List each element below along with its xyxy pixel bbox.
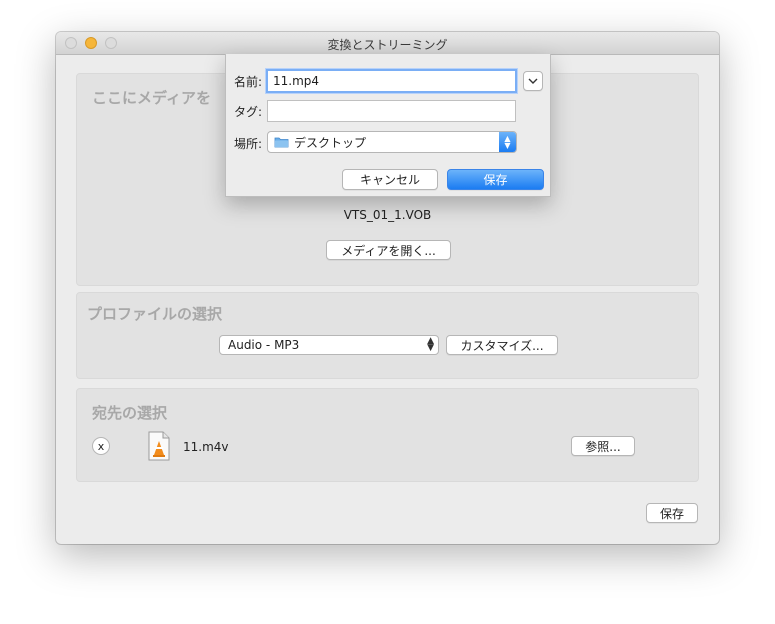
profile-select[interactable]: Audio - MP3 ▲ ▼ [219, 335, 439, 355]
updown-arrows-icon: ▲ ▼ [427, 336, 434, 353]
filename-value: 11.mp4 [273, 74, 320, 88]
browse-button[interactable]: 参照... [571, 436, 635, 456]
location-label: 場所: [234, 137, 263, 151]
expand-dialog-button[interactable] [523, 71, 543, 91]
destination-file: 11.m4v [183, 440, 229, 454]
profile-heading: プロファイルの選択 [87, 305, 223, 323]
name-label: 名前: [234, 75, 263, 89]
tags-input[interactable] [267, 100, 516, 122]
remove-destination-button[interactable]: x [92, 437, 110, 455]
tags-label: タグ: [234, 105, 263, 119]
cancel-button[interactable]: キャンセル [342, 169, 438, 190]
folder-icon [274, 137, 289, 148]
source-filename: VTS_01_1.VOB [343, 208, 432, 222]
open-media-button[interactable]: メディアを開く... [326, 240, 451, 260]
profile-panel: プロファイルの選択 Audio - MP3 ▲ ▼ カスタマイズ... [76, 292, 699, 379]
vlc-file-icon [148, 431, 170, 461]
save-dialog: 名前: 11.mp4 タグ: 場所: デスクトップ ▲ ▼ キャンセル 保存 [225, 54, 551, 197]
location-select[interactable]: デスクトップ ▲ ▼ [267, 131, 517, 153]
chevron-down-icon [528, 78, 538, 84]
dialog-save-button[interactable]: 保存 [447, 169, 544, 190]
customize-button[interactable]: カスタマイズ... [446, 335, 558, 355]
filename-input[interactable]: 11.mp4 [266, 69, 517, 93]
updown-arrows-icon: ▲ ▼ [499, 132, 516, 152]
destination-panel: 宛先の選択 x 11.m4v 参照... [76, 388, 699, 482]
location-value: デスクトップ [294, 135, 367, 150]
source-heading: ここにメディアを [92, 89, 211, 107]
window-title: 変換とストリーミング [327, 38, 448, 52]
save-button[interactable]: 保存 [646, 503, 698, 523]
title-bar: 変換とストリーミング [56, 32, 719, 55]
profile-selected-value: Audio - MP3 [228, 338, 300, 352]
destination-heading: 宛先の選択 [92, 404, 168, 422]
